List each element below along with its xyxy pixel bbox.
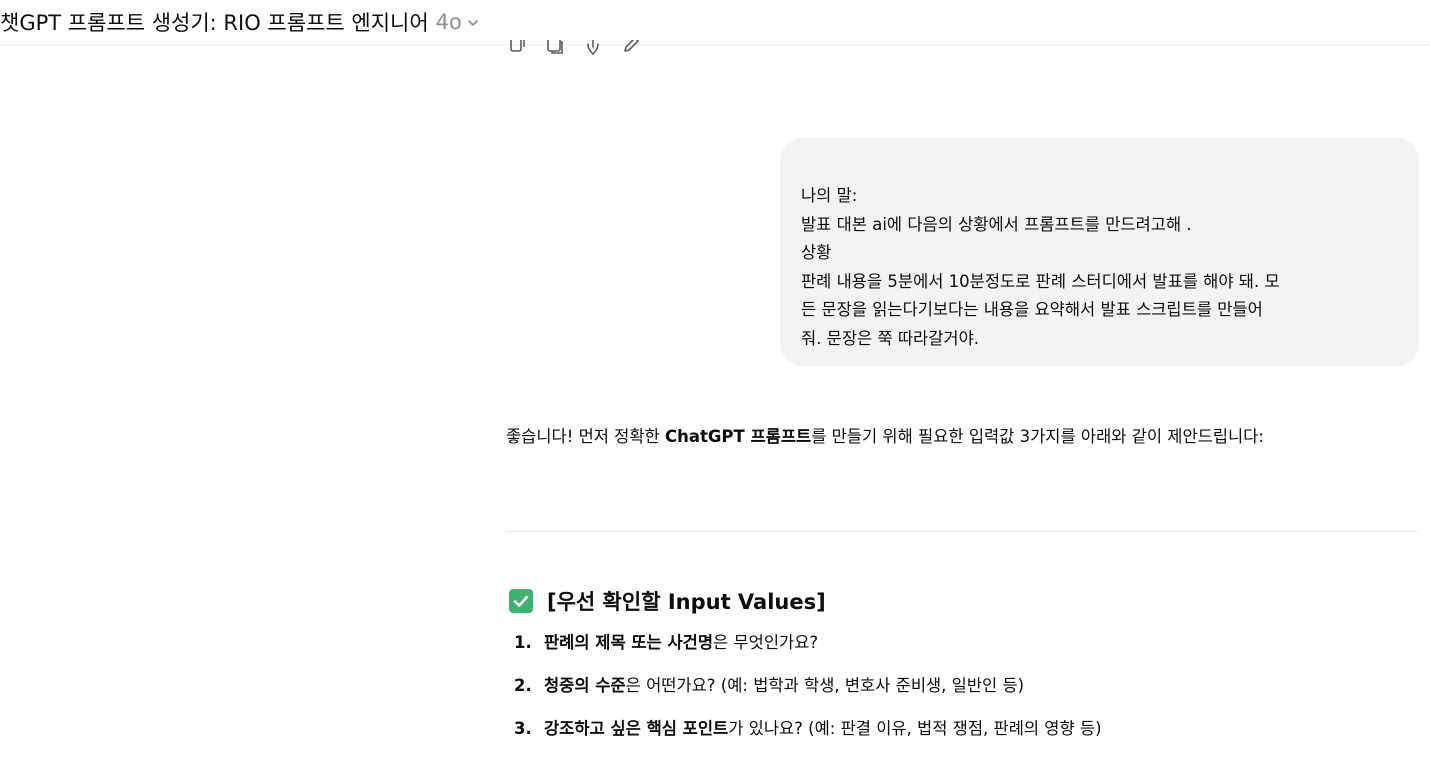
list-number: 2.	[514, 676, 532, 695]
input-values-list: 1. 판례의 제목 또는 사건명은 무엇인가요? 2. 청중의 수준은 어떤가요…	[514, 632, 1102, 761]
list-bold-text: 청중의 수준	[544, 676, 626, 695]
section-heading: [우선 확인할 Input Values]	[509, 586, 826, 616]
chevron-down-icon	[468, 20, 478, 26]
list-item: 3. 강조하고 싶은 핵심 포인트가 있나요? (예: 판결 이유, 법적 쟁점…	[514, 718, 1102, 761]
model-switcher[interactable]: 챗GPT 프롬프트 생성기: RIO 프롬프트 엔지니어 4o	[0, 7, 480, 37]
user-message-line: 든 문장을 읽는다기보다는 내용을 요약해서 발표 스크립트를 만들어	[801, 300, 1263, 319]
chat-title: 챗GPT 프롬프트 생성기: RIO 프롬프트 엔지니어	[0, 11, 429, 35]
edit-icon[interactable]	[544, 40, 566, 56]
assistant-message: 좋습니다! 먼저 정확한 ChatGPT 프롬프트를 만들기 위해 필요한 입력…	[506, 421, 1418, 452]
list-number: 3.	[514, 719, 532, 738]
list-rest-text: 은 어떤가요? (예: 법학과 학생, 변호사 준비생, 일반인 등)	[625, 676, 1025, 695]
list-text: 판례의 제목 또는 사건명은 무엇인가요?	[544, 632, 818, 675]
share-icon[interactable]	[582, 40, 604, 56]
list-bold-text: 판례의 제목 또는 사건명	[544, 633, 714, 652]
intro-text-end: 를 만들기 위해 필요한 입력값 3가지를 아래와 같이 제안드립니다:	[811, 427, 1264, 446]
list-text: 청중의 수준은 어떤가요? (예: 법학과 학생, 변호사 준비생, 일반인 등…	[544, 675, 1024, 718]
user-message-line: 줘. 문장은 쭉 따라갈거야.	[801, 328, 980, 348]
list-number: 1.	[514, 633, 532, 652]
intro-bold-text: ChatGPT 프롬프트	[664, 427, 812, 446]
divider	[506, 531, 1418, 532]
list-bold-text: 강조하고 싶은 핵심 포인트	[544, 719, 729, 738]
user-message-line: 판례 내용을 5분에서 10분정도로 판례 스터디에서 발표를 해야 돼. 모	[801, 271, 1280, 291]
model-label: 4o	[435, 10, 462, 34]
message-actions	[506, 40, 658, 64]
user-message-line: 나의 말:	[801, 186, 858, 205]
list-text: 강조하고 싶은 핵심 포인트가 있나요? (예: 판결 이유, 법적 쟁점, 판…	[544, 718, 1102, 761]
list-rest-text: 은 무엇인가요?	[713, 633, 819, 652]
top-bar: 챗GPT 프롬프트 생성기: RIO 프롬프트 엔지니어 4o	[0, 0, 1430, 45]
list-rest-text: 가 있나요? (예: 판결 이유, 법적 쟁점, 판례의 영향 등)	[728, 719, 1102, 738]
user-message-bubble: 나의 말: 발표 대본 ai에 다음의 상황에서 프롬프트를 만드려고해 . 상…	[780, 138, 1419, 366]
assistant-intro: 좋습니다! 먼저 정확한 ChatGPT 프롬프트를 만들기 위해 필요한 입력…	[506, 421, 1418, 452]
list-item: 1. 판례의 제목 또는 사건명은 무엇인가요?	[514, 632, 1102, 675]
section-title: [우선 확인할 Input Values]	[547, 590, 826, 614]
check-mark-icon	[509, 589, 533, 613]
pencil-icon[interactable]	[620, 40, 642, 56]
list-item: 2. 청중의 수준은 어떤가요? (예: 법학과 학생, 변호사 준비생, 일반…	[514, 675, 1102, 718]
user-message-line: 발표 대본 ai에 다음의 상황에서 프롬프트를 만드려고해 .	[801, 214, 1192, 234]
copy-icon[interactable]	[506, 40, 528, 56]
user-message-line: 상황	[801, 243, 832, 262]
intro-text: 좋습니다! 먼저 정확한	[506, 427, 665, 446]
